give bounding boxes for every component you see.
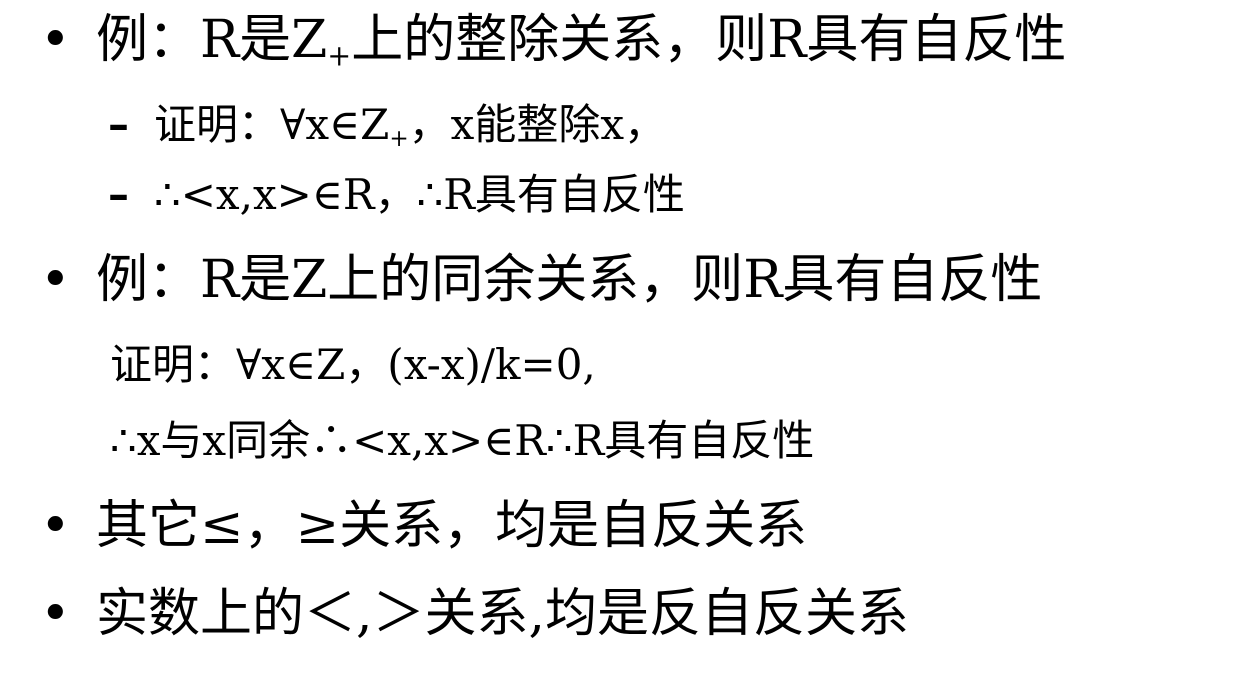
proof-line-2: ∴x与x同余∴<x,x>∈R∴R具有自反性	[110, 420, 814, 462]
sub-item-1-rest: ，x能整除x，	[408, 100, 667, 149]
proof-line-2-text: ∴x与x同余∴<x,x>∈R∴R具有自反性	[110, 416, 815, 465]
bullet-item-1: • 例：R是Z+上的整除关系，则R具有自反性	[40, 14, 1066, 70]
item-3-text: 其它≤，≥关系，均是自反关系	[96, 496, 808, 556]
item-2-text: 例：R是Z上的同余关系，则R具有自反性	[96, 250, 1043, 310]
dash-icon: –	[108, 170, 129, 219]
sub-item-2: – ∴<x,x>∈R，∴R具有自反性	[108, 174, 685, 216]
proof-line-1-text: 证明：∀x∈Z，(x-x)/k=0,	[110, 340, 596, 389]
bullet-icon: •	[40, 584, 71, 644]
slide: • 例：R是Z+上的整除关系，则R具有自反性 – 证明：∀x∈Z+，x能整除x， –…	[0, 0, 1248, 674]
bullet-icon: •	[40, 10, 71, 70]
sub-item-2-text: ∴<x,x>∈R，∴R具有自反性	[154, 170, 685, 219]
proof-line-1: 证明：∀x∈Z，(x-x)/k=0,	[110, 344, 596, 386]
sub-item-1-lead: 证明：∀x∈Z	[154, 100, 390, 149]
bullet-item-2: • 例：R是Z上的同余关系，则R具有自反性	[40, 254, 1042, 306]
dash-icon: –	[108, 100, 129, 149]
bullet-item-3: • 其它≤，≥关系，均是自反关系	[40, 500, 807, 552]
bullet-icon: •	[40, 496, 71, 556]
bullet-item-4: • 实数上的＜,＞关系,均是反自反关系	[40, 588, 909, 640]
item-1-rest: 上的整除关系，则R具有自反性	[351, 10, 1067, 70]
sub-item-1: – 证明：∀x∈Z+，x能整除x，	[108, 104, 666, 151]
bullet-icon: •	[40, 250, 71, 310]
sub-item-1-subscript: +	[389, 125, 409, 152]
item-1-subscript: +	[327, 38, 352, 73]
item-4-text: 实数上的＜,＞关系,均是反自反关系	[96, 584, 910, 644]
item-1-lead: 例：R是Z	[96, 10, 328, 70]
